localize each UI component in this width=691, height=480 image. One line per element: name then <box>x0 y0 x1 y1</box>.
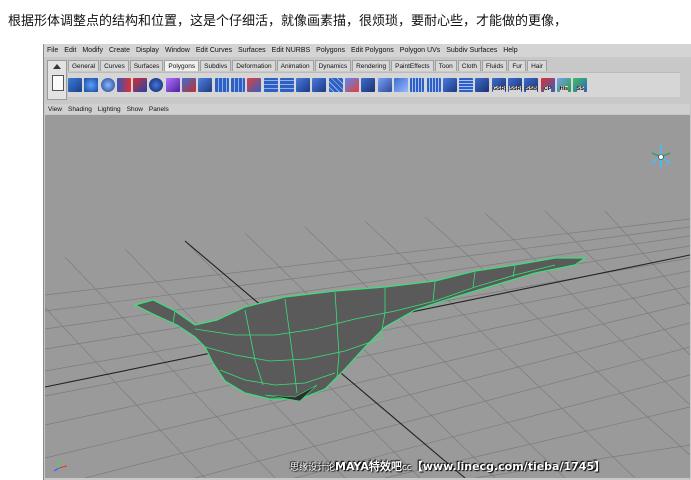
main-menubar: File Edit Modify Create Display Window E… <box>44 44 691 57</box>
tab-general[interactable]: General <box>68 60 100 71</box>
tab-curves[interactable]: Curves <box>100 60 129 71</box>
bevel-icon[interactable] <box>345 78 360 92</box>
merge-edge-icon[interactable] <box>312 78 327 92</box>
menu-surfaces[interactable]: Surfaces <box>235 47 269 54</box>
gsr-label: GSR <box>492 86 505 92</box>
tab-rendering[interactable]: Rendering <box>352 60 391 71</box>
shelf-editor-icon <box>52 75 64 91</box>
ss-button[interactable]: SS <box>573 78 588 92</box>
tab-dynamics[interactable]: Dynamics <box>314 60 352 71</box>
menu-file[interactable]: File <box>44 47 61 54</box>
shelf-tabs: General Curves Surfaces Polygons Subdivs… <box>68 60 548 71</box>
perspective-viewport[interactable]: 思缘设计论MAYA特效吧cc【www.linecg.com/tieba/1745… <box>45 115 690 478</box>
poly-plane-icon[interactable] <box>68 78 82 92</box>
menu-edit[interactable]: Edit <box>61 47 79 54</box>
watermark-prefix: 思缘设计论 <box>290 463 336 473</box>
shelf-options-button[interactable] <box>47 60 67 100</box>
his-button[interactable]: His <box>556 78 571 92</box>
tab-toon[interactable]: Toon <box>434 60 457 71</box>
panel-menubar: View Shading Lighting Show Panels <box>45 104 690 114</box>
panel-menu-shading[interactable]: Shading <box>65 106 95 113</box>
tab-fur[interactable]: Fur <box>508 60 527 71</box>
tab-surfaces[interactable]: Surfaces <box>129 60 164 71</box>
maya-window: File Edit Modify Create Display Window E… <box>43 44 691 480</box>
split-polygon-icon[interactable] <box>263 78 278 92</box>
watermark-url: 【www.linecg.com/tieba/1745】 <box>411 460 606 473</box>
shelf-icon-row: GSR SSR SSB CP His SS <box>68 72 680 97</box>
panel-menu-view[interactable]: View <box>45 106 65 113</box>
tab-animation[interactable]: Animation <box>276 60 314 71</box>
origin-axis-icon <box>53 460 68 472</box>
menu-edit-polygons[interactable]: Edit Polygons <box>348 47 397 54</box>
ssr-label: SSR <box>509 86 521 92</box>
triangulate-icon[interactable] <box>410 78 425 92</box>
quadrangulate-icon[interactable] <box>426 78 441 92</box>
merge-vertices-icon[interactable] <box>296 78 311 92</box>
ss-label: SS <box>576 86 584 92</box>
collapse-icon[interactable] <box>393 78 408 92</box>
creature-mesh[interactable] <box>133 257 587 402</box>
ssb-button[interactable]: SSB <box>524 78 539 92</box>
panel-menu-panels[interactable]: Panels <box>146 106 172 113</box>
split-edge-ring-icon[interactable] <box>279 78 294 92</box>
cp-label: CP <box>543 86 552 92</box>
tab-hair[interactable]: Hair <box>527 60 547 71</box>
menu-edit-curves[interactable]: Edit Curves <box>193 47 235 54</box>
poly-select-icon[interactable] <box>459 78 474 92</box>
grid-axis-lines <box>45 240 690 478</box>
uv-editor-icon[interactable] <box>475 78 490 92</box>
poly-sphere-icon[interactable] <box>84 78 99 92</box>
create-polygon-icon[interactable] <box>377 78 392 92</box>
menu-help[interactable]: Help <box>500 47 520 54</box>
ssr-button[interactable]: SSR <box>508 78 523 92</box>
combine-icon[interactable] <box>182 78 197 92</box>
view-cube-compass-icon[interactable] <box>650 145 672 168</box>
tab-deformation[interactable]: Deformation <box>232 60 276 71</box>
ssb-label: SSB <box>525 86 537 92</box>
tab-cloth[interactable]: Cloth <box>457 60 481 71</box>
menu-polygons[interactable]: Polygons <box>313 47 348 54</box>
extrude-face-icon[interactable] <box>247 78 262 92</box>
poly-prism-icon[interactable] <box>165 78 180 92</box>
poly-cylinder-icon[interactable] <box>149 78 164 92</box>
viewport-scene <box>45 145 690 478</box>
tab-painteffects[interactable]: PaintEffects <box>391 60 434 71</box>
watermark-middle: MAYA特效吧 <box>335 460 402 473</box>
menu-subdiv-surfaces[interactable]: Subdiv Surfaces <box>443 47 500 54</box>
panel-menu-lighting[interactable]: Lighting <box>95 106 124 113</box>
menu-display[interactable]: Display <box>133 47 162 54</box>
menu-polygon-uvs[interactable]: Polygon UVs <box>397 47 443 54</box>
watermark-suffix: cc <box>401 463 412 473</box>
poly-torus-icon[interactable] <box>100 78 115 92</box>
smooth-icon[interactable] <box>214 78 229 92</box>
menu-edit-nurbs[interactable]: Edit NURBS <box>269 47 314 54</box>
menu-window[interactable]: Window <box>162 47 193 54</box>
subdivide-icon[interactable] <box>230 78 245 92</box>
append-polygon-icon[interactable] <box>361 78 376 92</box>
menu-create[interactable]: Create <box>106 47 133 54</box>
menu-modify[interactable]: Modify <box>79 47 106 54</box>
tab-subdivs[interactable]: Subdivs <box>200 60 232 71</box>
shelf-menu-arrow-icon <box>53 64 61 69</box>
gsr-button[interactable]: GSR <box>491 78 506 92</box>
mirror-icon[interactable] <box>442 78 457 92</box>
cp-button[interactable]: CP <box>540 78 555 92</box>
watermark: 思缘设计论MAYA特效吧cc【www.linecg.com/tieba/1745… <box>290 458 605 474</box>
wedge-face-icon[interactable] <box>328 78 343 92</box>
poly-cone-icon[interactable] <box>133 78 148 92</box>
page-caption: 根据形体调整点的结构和位置，这是个仔细活，就像画素描，很烦琐，要耐心些，才能做的… <box>8 14 568 29</box>
panel-menu-show[interactable]: Show <box>124 106 146 113</box>
tab-fluids[interactable]: Fluids <box>481 60 508 71</box>
tab-polygons[interactable]: Polygons <box>164 60 200 71</box>
his-label: His <box>559 86 569 92</box>
separate-icon[interactable] <box>198 78 213 92</box>
poly-cube-icon[interactable] <box>116 78 131 92</box>
